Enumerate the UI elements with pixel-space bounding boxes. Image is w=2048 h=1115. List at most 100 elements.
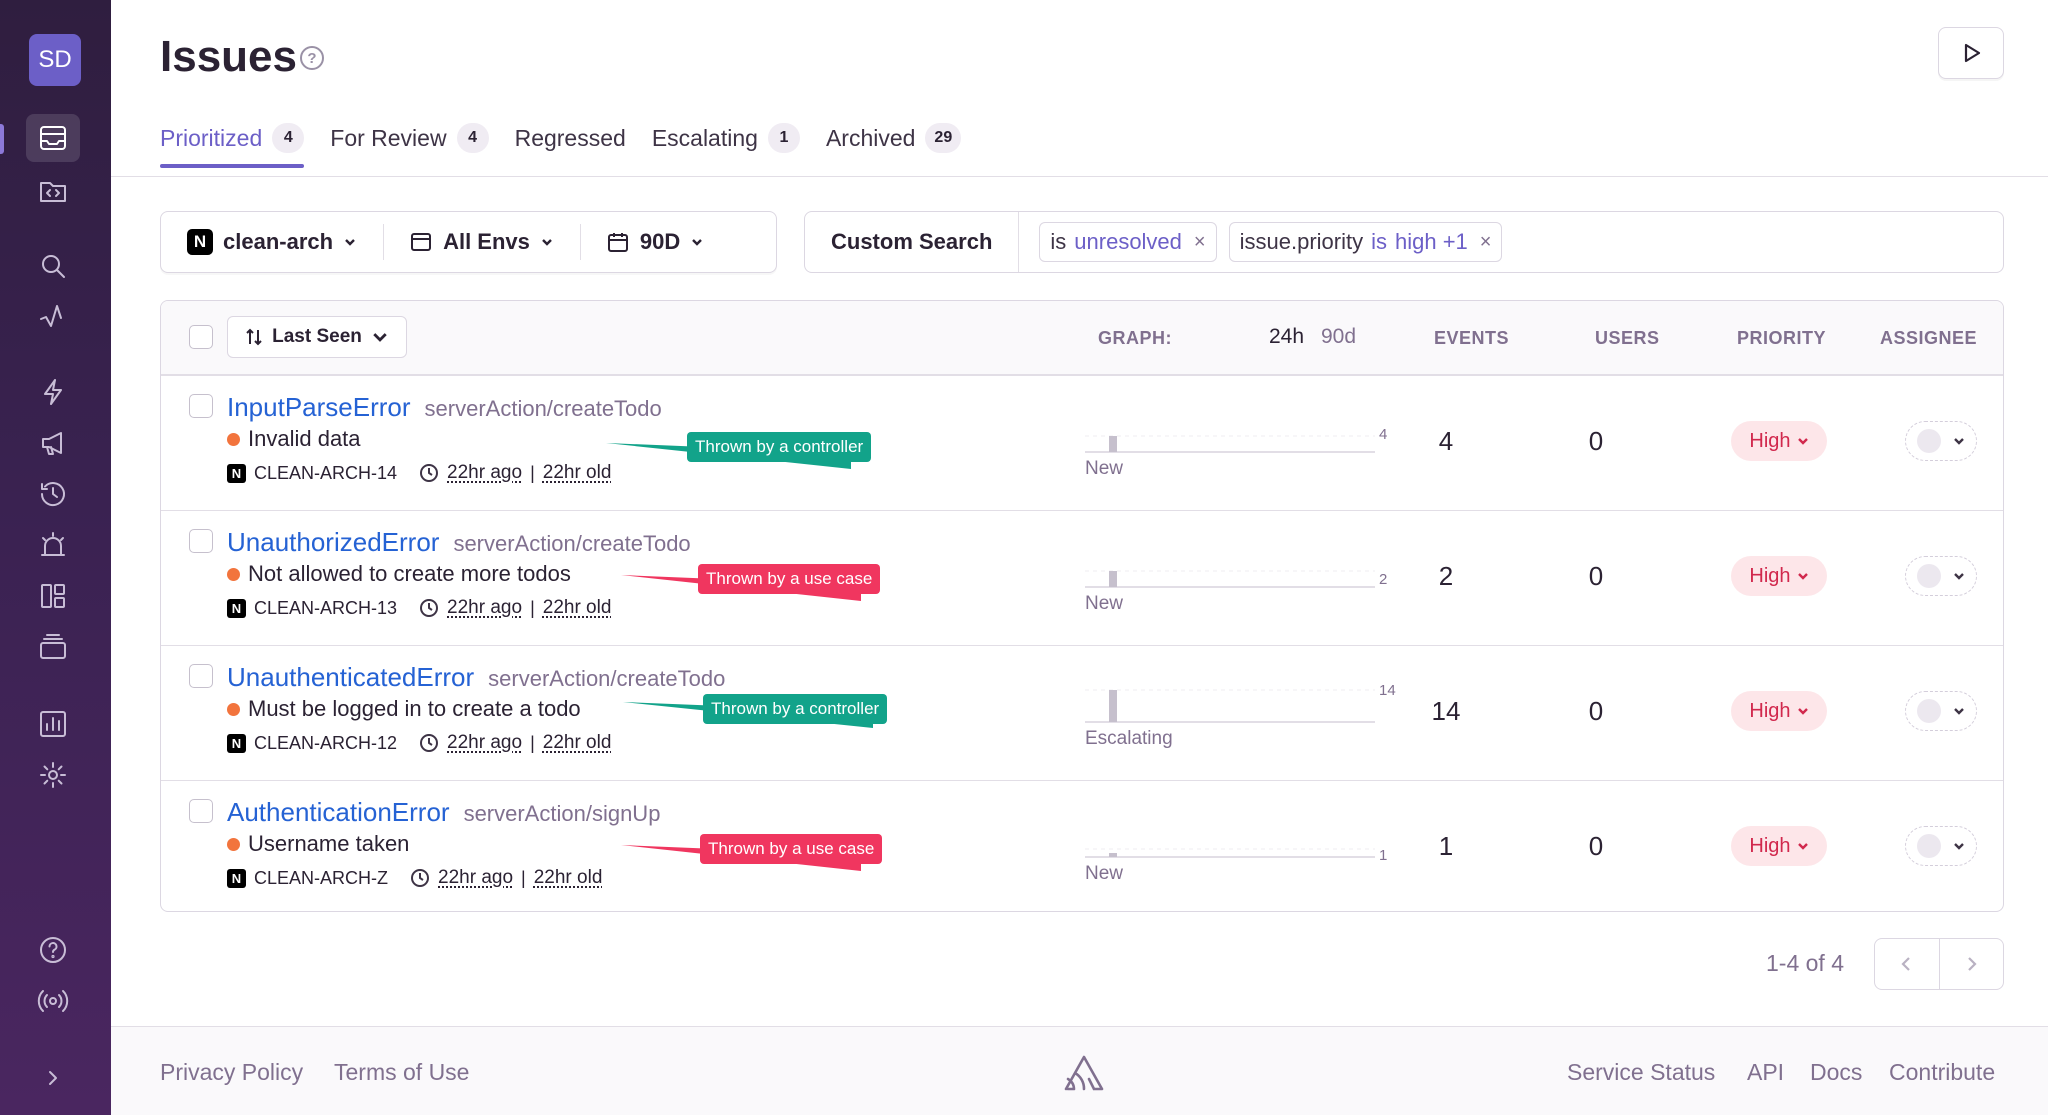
issue-culprit: serverAction/createTodo — [453, 531, 691, 556]
tab-archived[interactable]: Archived 29 — [826, 123, 962, 167]
help-icon[interactable]: ? — [300, 46, 324, 70]
issue-title: AuthenticationError — [227, 797, 450, 827]
sidebar-item-broadcasts[interactable] — [26, 977, 80, 1025]
tab-prioritized[interactable]: Prioritized 4 — [160, 123, 305, 168]
api-link[interactable]: API — [1747, 1059, 1784, 1086]
previous-page-button[interactable] — [1875, 939, 1939, 989]
issue-row[interactable]: AuthenticationError serverAction/signUp U… — [161, 780, 2003, 911]
issue-row[interactable]: UnauthenticatedError serverAction/createT… — [161, 645, 2003, 780]
graph-90d-toggle[interactable]: 90d — [1321, 325, 1356, 349]
priority-dropdown[interactable]: High — [1731, 826, 1827, 866]
tab-for-review[interactable]: For Review 4 — [330, 123, 489, 167]
sidebar-item-help[interactable] — [26, 926, 80, 974]
sidebar-item-crons[interactable] — [26, 470, 80, 518]
last-seen[interactable]: 22hr ago — [447, 597, 522, 619]
issue-message: Must be logged in to create a todo — [227, 696, 581, 722]
priority-dropdown[interactable]: High — [1731, 421, 1827, 461]
issue-checkbox[interactable] — [189, 529, 213, 553]
first-seen[interactable]: 22hr old — [543, 732, 612, 754]
service-status-link[interactable]: Service Status — [1567, 1059, 1715, 1086]
last-seen[interactable]: 22hr ago — [438, 867, 513, 889]
next-page-button[interactable] — [1938, 939, 2004, 989]
first-seen[interactable]: 22hr old — [534, 867, 603, 889]
period-selector[interactable]: 90D — [579, 212, 730, 272]
issue-short-id[interactable]: CLEAN-ARCH-14 — [254, 463, 397, 484]
terms-of-use-link[interactable]: Terms of Use — [334, 1059, 469, 1086]
page-title: Issues — [160, 32, 297, 81]
issue-row[interactable]: InputParseError serverAction/createTodo I… — [161, 375, 2003, 510]
search-token-is[interactable]: is unresolved × — [1039, 222, 1217, 262]
graph-24h-toggle[interactable]: 24h — [1269, 325, 1304, 349]
sidebar-collapse-button[interactable] — [26, 1054, 80, 1102]
events-count: 14 — [1431, 696, 1461, 726]
sidebar-item-projects[interactable] — [26, 167, 80, 215]
search-token-priority[interactable]: issue.priority is high +1 × — [1228, 222, 1503, 262]
issue-title-link[interactable]: AuthenticationError serverAction/signUp — [227, 797, 660, 828]
token-remove-icon[interactable]: × — [1480, 231, 1492, 254]
docs-link[interactable]: Docs — [1810, 1059, 1862, 1086]
contribute-link[interactable]: Contribute — [1889, 1059, 1995, 1086]
issue-short-id[interactable]: CLEAN-ARCH-Z — [254, 868, 388, 889]
sidebar-item-explore[interactable] — [26, 242, 80, 290]
sidebar-item-dashboards[interactable] — [26, 572, 80, 620]
issue-title-link[interactable]: UnauthorizedError serverAction/createTodo — [227, 527, 691, 558]
tab-count: 4 — [456, 123, 489, 153]
sort-dropdown[interactable]: Last Seen — [227, 316, 407, 358]
issue-meta: N CLEAN-ARCH-13 22hr ago | 22hr old — [227, 597, 611, 619]
sidebar-item-performance[interactable] — [26, 293, 80, 341]
first-seen[interactable]: 22hr old — [543, 462, 612, 484]
priority-dropdown[interactable]: High — [1731, 556, 1827, 596]
tab-label: Prioritized — [160, 124, 263, 151]
select-all-checkbox[interactable] — [189, 325, 213, 349]
bar-chart-icon — [40, 711, 66, 737]
events-count: 2 — [1438, 561, 1454, 591]
tab-escalating[interactable]: Escalating 1 — [652, 123, 800, 167]
project-selector[interactable]: N clean-arch — [161, 212, 383, 272]
issue-checkbox[interactable] — [189, 664, 213, 688]
assignee-dropdown[interactable] — [1905, 556, 1977, 596]
issue-checkbox[interactable] — [189, 799, 213, 823]
assignee-dropdown[interactable] — [1905, 691, 1977, 731]
chevron-down-icon — [1797, 438, 1808, 445]
sidebar-item-stats[interactable] — [26, 700, 80, 748]
token-remove-icon[interactable]: × — [1194, 231, 1206, 254]
sidebar-item-feedback[interactable] — [26, 419, 80, 467]
sidebar-item-releases[interactable] — [26, 368, 80, 416]
nextjs-logo-icon: N — [227, 868, 246, 888]
org-avatar[interactable]: SD — [29, 34, 81, 86]
issue-title-link[interactable]: UnauthenticatedError serverAction/createT… — [227, 662, 725, 693]
sidebar-item-issues[interactable] — [26, 114, 80, 162]
last-seen[interactable]: 22hr ago — [447, 462, 522, 484]
sidebar-item-archive[interactable] — [26, 623, 80, 671]
issue-culprit: serverAction/signUp — [463, 801, 661, 826]
tab-regressed[interactable]: Regressed — [515, 123, 626, 167]
tab-count: 4 — [272, 123, 305, 153]
environment-selector[interactable]: All Envs — [383, 212, 580, 272]
last-seen[interactable]: 22hr ago — [447, 732, 522, 754]
tab-count: 1 — [767, 123, 800, 153]
priority-dropdown[interactable]: High — [1731, 691, 1827, 731]
sidebar-item-alerts[interactable] — [26, 521, 80, 569]
assignee-dropdown[interactable] — [1905, 421, 1977, 461]
assignee-dropdown[interactable] — [1905, 826, 1977, 866]
sidebar-item-settings[interactable] — [26, 751, 80, 799]
users-count: 0 — [1588, 561, 1604, 591]
issue-short-id[interactable]: CLEAN-ARCH-12 — [254, 733, 397, 754]
issue-short-id[interactable]: CLEAN-ARCH-13 — [254, 598, 397, 619]
custom-search-button[interactable]: Custom Search — [805, 212, 1020, 272]
annotation-label: Thrown by a use case — [700, 834, 883, 864]
issue-row[interactable]: UnauthorizedError serverAction/createTodo… — [161, 510, 2003, 645]
events-count: 1 — [1438, 831, 1454, 861]
issue-tabs: Prioritized 4 For Review 4 Regressed Esc… — [160, 123, 962, 168]
play-tour-button[interactable] — [1938, 27, 2004, 79]
sort-label: Last Seen — [272, 326, 362, 347]
issues-table: Last Seen GRAPH: 24h 90d EVENTS USERS PR… — [160, 300, 2004, 912]
annotation-label: Thrown by a controller — [687, 432, 872, 462]
broadcast-icon — [37, 990, 69, 1012]
tabs-divider — [111, 176, 2048, 177]
first-seen[interactable]: 22hr old — [543, 597, 612, 619]
issue-checkbox[interactable] — [189, 394, 213, 418]
privacy-policy-link[interactable]: Privacy Policy — [160, 1059, 303, 1086]
issue-search-bar[interactable]: Custom Search is unresolved × issue.prio… — [804, 211, 2004, 273]
issue-title-link[interactable]: InputParseError serverAction/createTodo — [227, 392, 662, 423]
